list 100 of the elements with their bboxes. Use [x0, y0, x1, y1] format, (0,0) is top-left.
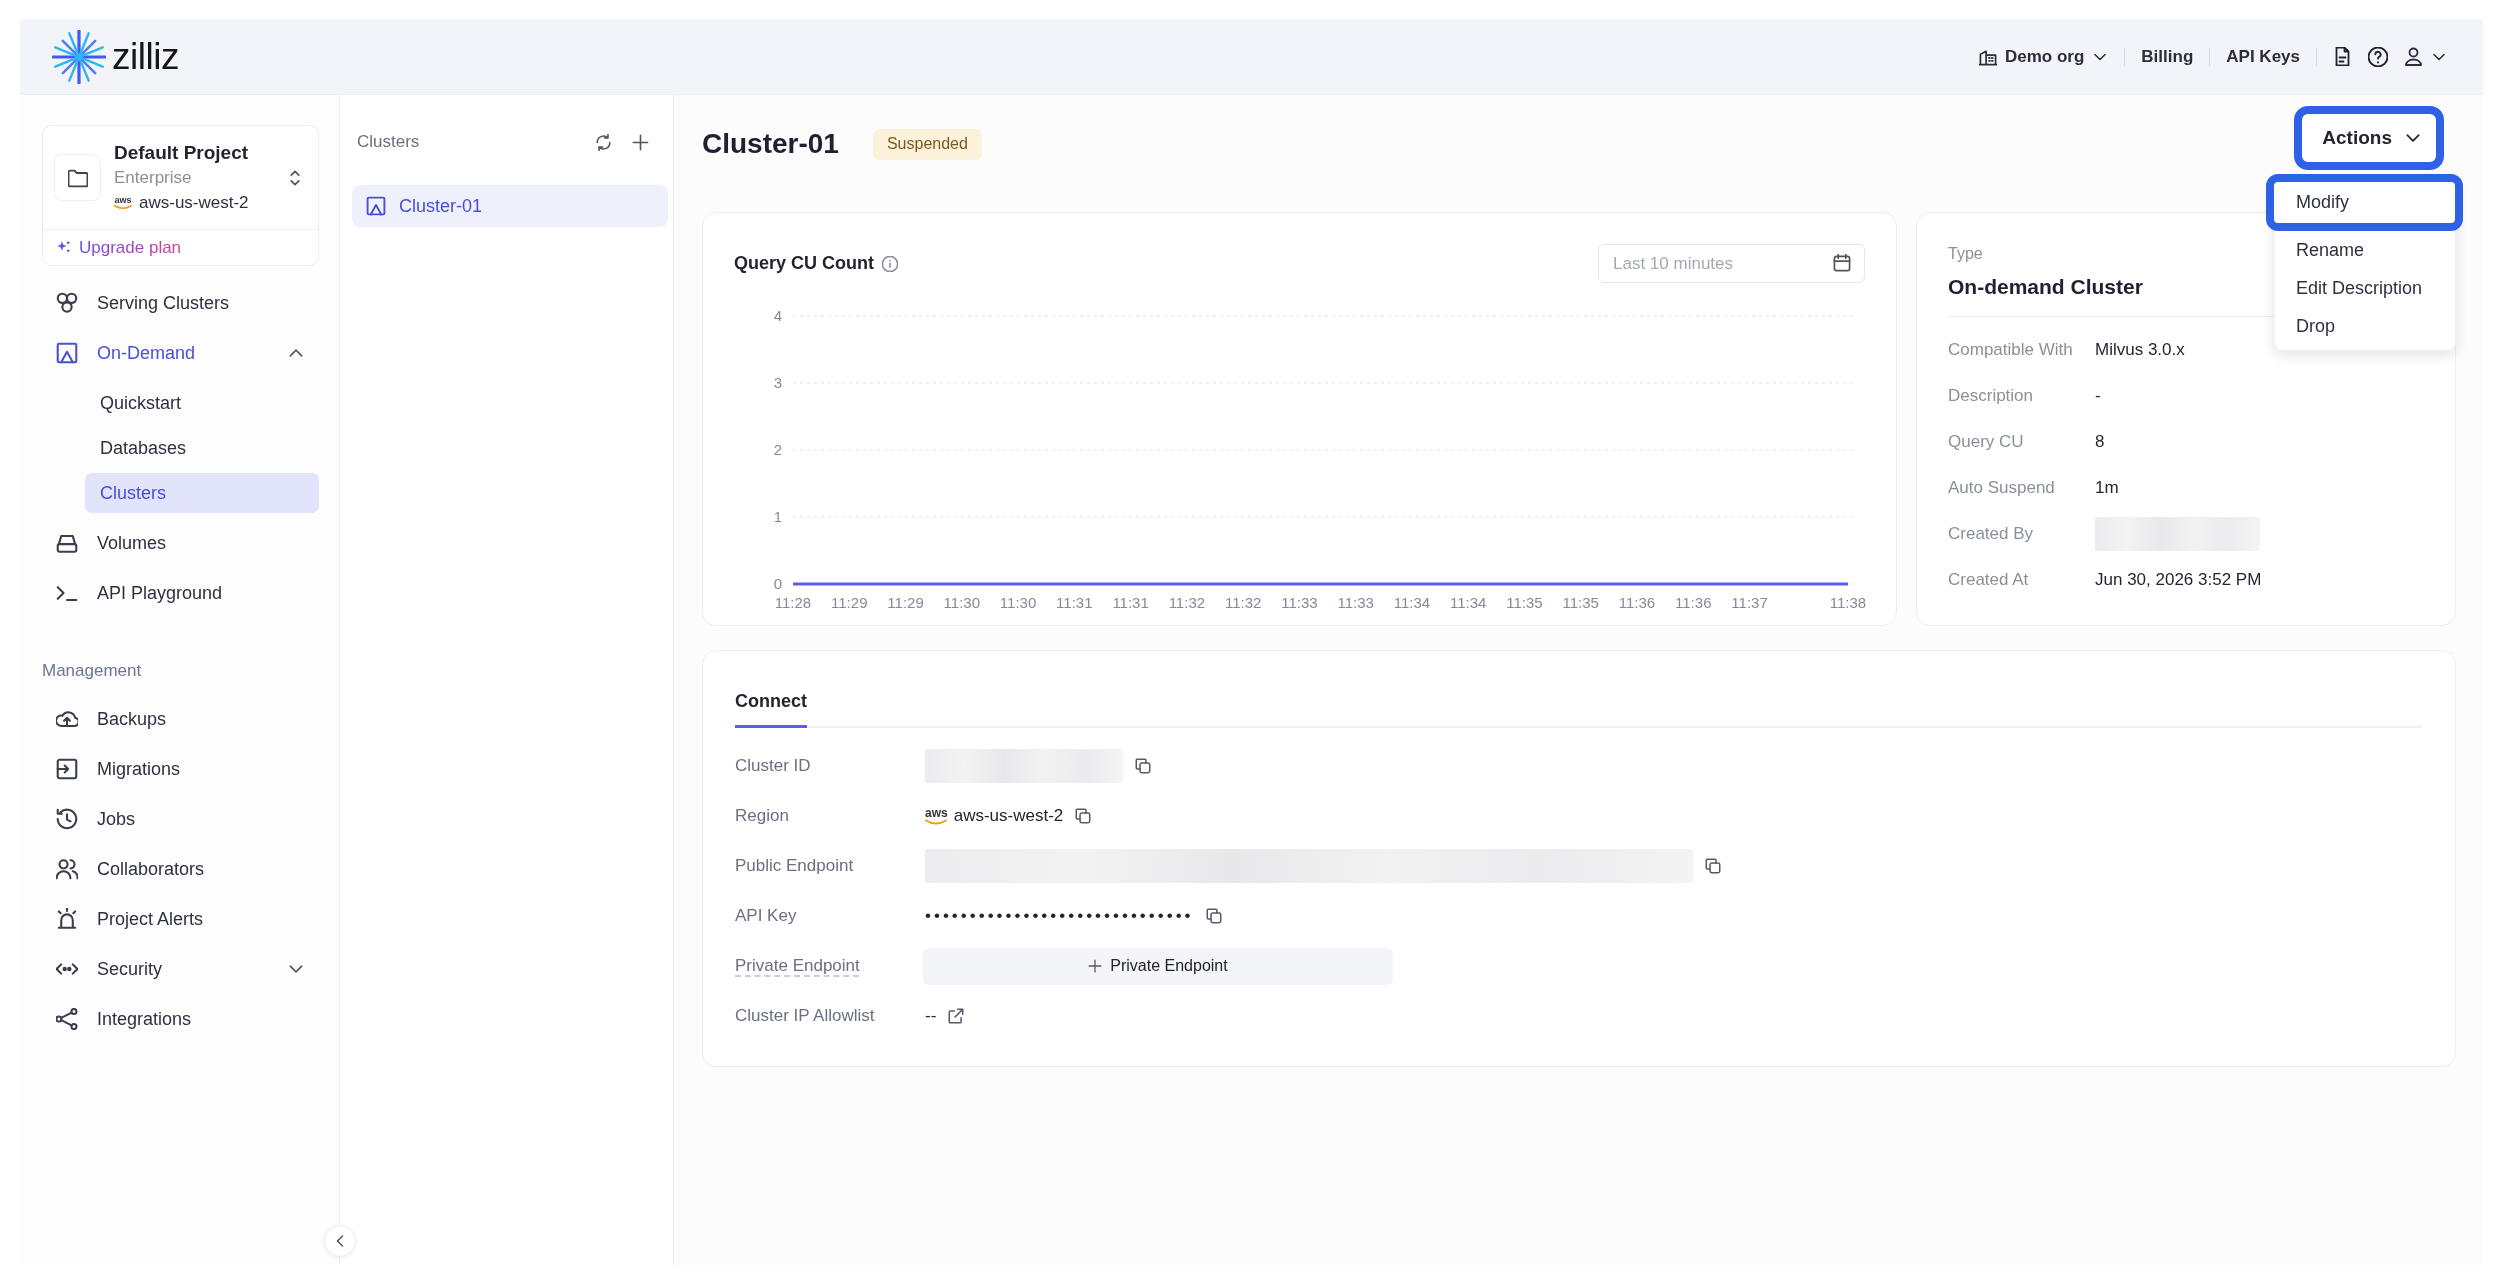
detail-value: 8: [2095, 432, 2105, 452]
nav-item[interactable]: Volumes: [42, 518, 319, 568]
sparkle-icon: [56, 240, 71, 255]
detail-value: Milvus 3.0.x: [2095, 340, 2185, 360]
org-switcher[interactable]: Demo org: [1979, 46, 2109, 67]
y-axis-label: 0: [773, 575, 782, 592]
x-axis-label: 11:31: [1056, 594, 1093, 611]
nav-item[interactable]: Serving Clusters: [42, 278, 319, 328]
x-axis-label: 11:32: [1224, 594, 1262, 611]
nav-item[interactable]: Collaborators: [42, 844, 319, 894]
folder-glyph-icon: [67, 167, 88, 188]
siren-icon: [56, 908, 78, 930]
import-icon: [56, 758, 78, 780]
x-axis-label: 11:34: [1450, 594, 1487, 611]
copy-icon[interactable]: [1135, 758, 1151, 774]
copy-icon[interactable]: [1075, 808, 1092, 824]
nav-item[interactable]: Security: [42, 944, 319, 994]
nav-item[interactable]: Project Alerts: [42, 894, 319, 944]
x-axis-label: 11:33: [1337, 594, 1374, 611]
add-private-endpoint-button[interactable]: Private Endpoint: [923, 947, 1393, 985]
nav-item[interactable]: Migrations: [42, 744, 319, 794]
calendar-icon[interactable]: [1833, 254, 1851, 272]
cloud-upload-icon: [56, 708, 78, 730]
users-icon: [56, 858, 78, 880]
detail-label: Auto Suspend: [1948, 478, 2056, 498]
menu-item[interactable]: Modify: [2266, 174, 2463, 231]
masked-api-key: ••••••••••••••••••••••••••••••: [925, 906, 1194, 926]
x-axis-label: 11:30: [943, 594, 980, 611]
nav-subitem[interactable]: Clusters: [85, 473, 319, 513]
refresh-icon[interactable]: [595, 133, 612, 151]
nav-item[interactable]: API Playground: [42, 568, 319, 618]
project-region: aws-us-west-2: [139, 191, 249, 214]
x-axis-label: 11:30: [999, 594, 1037, 611]
menu-item[interactable]: Edit Description: [2275, 269, 2455, 307]
y-axis-label: 4: [773, 307, 782, 324]
nav-subitem[interactable]: Quickstart: [85, 383, 319, 423]
document-icon[interactable]: [2333, 47, 2352, 66]
y-axis-label: 1: [773, 508, 782, 525]
tab[interactable]: Connect: [735, 651, 807, 728]
x-axis-label: 11:38: [1829, 594, 1867, 611]
chart-square-icon: [56, 342, 78, 364]
help-icon[interactable]: [2368, 46, 2388, 67]
x-axis-label: 11:29: [887, 594, 924, 611]
x-axis-label: 11:32: [1168, 594, 1206, 611]
copy-icon[interactable]: [1705, 858, 1721, 874]
three-circles-icon: [56, 292, 78, 314]
x-axis-label: 11:31: [1112, 594, 1149, 611]
x-axis-label: 11:36: [1618, 594, 1656, 611]
provider-logo: aws: [925, 807, 948, 825]
detail-label: Created At: [1948, 570, 2030, 590]
project-plan: Enterprise: [114, 166, 192, 189]
y-axis-label: 3: [773, 374, 782, 391]
field-label: Private Endpoint: [735, 956, 860, 975]
copy-icon[interactable]: [1205, 908, 1222, 924]
upgrade-link[interactable]: Upgrade plan: [43, 230, 318, 265]
x-axis-label: 11:37: [1731, 594, 1768, 611]
detail-label: Compatible With: [1948, 340, 2074, 360]
external-link-icon[interactable]: [948, 1008, 965, 1024]
nav-item[interactable]: Integrations: [42, 994, 319, 1044]
logo-icon: [52, 29, 106, 84]
region-value: aws-us-west-2: [953, 806, 1064, 826]
x-axis-label: 11:28: [774, 594, 812, 611]
time-range-picker[interactable]: Last 10 minutes: [1598, 244, 1865, 283]
info-icon[interactable]: [882, 255, 898, 272]
user-menu-button[interactable]: [2404, 47, 2447, 66]
field-label: Region: [735, 806, 789, 825]
allowlist-value: --: [925, 1006, 937, 1026]
actions-button[interactable]: Actions: [2294, 106, 2444, 170]
type-value: On-demand Cluster: [1948, 275, 2143, 298]
nav-item[interactable]: On-Demand: [42, 328, 319, 378]
user-icon: [2404, 47, 2423, 66]
x-axis-label: 11:34: [1393, 594, 1431, 611]
nav-item[interactable]: Backups: [42, 694, 319, 744]
detail-value: Jun 30, 2026 3:52 PM: [2095, 570, 2262, 590]
provider-logo: aws: [114, 195, 132, 210]
panel-title: Clusters: [357, 132, 420, 152]
type-label: Type: [1948, 244, 1983, 264]
field-label: Public Endpoint: [735, 856, 854, 875]
status-badge: Suspended: [872, 128, 982, 160]
project-name: Default Project: [114, 140, 249, 165]
menu-item[interactable]: Drop: [2275, 307, 2455, 345]
history-icon: [56, 808, 78, 830]
nav-item[interactable]: Jobs: [42, 794, 319, 844]
share-nodes-icon: [56, 1008, 78, 1030]
field-label: API Key: [735, 906, 797, 925]
menu-item[interactable]: Rename: [2275, 231, 2455, 269]
brand-name: zilliz: [112, 35, 179, 78]
header-link[interactable]: API Keys: [2226, 46, 2300, 67]
chart-title: Query CU Count: [734, 253, 874, 274]
detail-label: Description: [1948, 386, 2035, 406]
cluster-list-item[interactable]: Cluster-01: [352, 185, 668, 227]
detail-value: 1m: [2095, 478, 2119, 498]
nav-subitem[interactable]: Databases: [85, 428, 319, 468]
plus-icon: [1088, 959, 1103, 973]
detail-label: Created By: [1948, 524, 2035, 544]
y-axis-label: 2: [773, 441, 782, 458]
x-axis-label: 11:35: [1562, 594, 1599, 611]
plus-icon[interactable]: [632, 133, 649, 151]
field-label: Cluster ID: [735, 756, 811, 775]
header-link[interactable]: Billing: [2141, 46, 2194, 67]
